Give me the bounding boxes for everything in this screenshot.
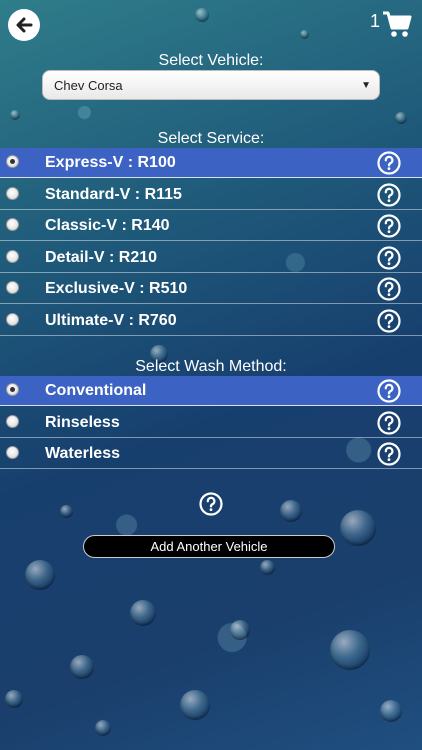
service-option-ultimate[interactable]: Ultimate-V : R760: [0, 306, 422, 336]
water-drop: [10, 110, 20, 120]
water-drop: [180, 690, 210, 720]
radio-button[interactable]: [6, 250, 19, 263]
cart-count: 1: [369, 11, 380, 31]
service-option-standard[interactable]: Standard-V : R115: [0, 180, 422, 210]
wash-option-waterless[interactable]: Waterless: [0, 439, 422, 469]
water-drop: [330, 630, 370, 670]
wash-option-label: Conventional: [45, 381, 147, 399]
wash-option-label: Waterless: [45, 444, 120, 462]
water-drop: [395, 112, 407, 124]
wash-option-label: Rinseless: [45, 413, 120, 431]
water-drop: [260, 560, 275, 575]
water-drop: [25, 560, 55, 590]
vehicle-select[interactable]: Chev Corsa ▼: [42, 70, 380, 100]
radio-button[interactable]: [6, 383, 19, 396]
water-drop: [230, 620, 250, 640]
radio-button[interactable]: [6, 187, 19, 200]
cart-icon: [383, 11, 412, 37]
dropdown-arrow-icon: ▼: [361, 80, 371, 91]
help-icon[interactable]: [377, 277, 401, 301]
help-icon[interactable]: [377, 411, 401, 435]
water-drop: [380, 700, 402, 722]
wash-option-conventional[interactable]: Conventional: [0, 376, 422, 406]
water-drop: [95, 720, 111, 736]
radio-button[interactable]: [6, 415, 19, 428]
water-drop: [5, 690, 23, 708]
water-drop: [130, 600, 156, 626]
select-service-label: Select Service:: [157, 130, 265, 147]
service-option-label: Exclusive-V : R510: [45, 279, 188, 297]
radio-button[interactable]: [6, 281, 19, 294]
radio-button[interactable]: [6, 218, 19, 231]
radio-button[interactable]: [6, 313, 19, 326]
cart-button[interactable]: 1: [370, 10, 412, 38]
service-option-label: Detail-V : R210: [45, 248, 158, 266]
add-another-vehicle-button[interactable]: Add Another Vehicle: [83, 535, 335, 558]
service-option-label: Ultimate-V : R760: [45, 311, 177, 329]
service-option-classic[interactable]: Classic-V : R140: [0, 211, 422, 241]
select-wash-method-label: Select Wash Method:: [135, 358, 287, 375]
service-option-detail[interactable]: Detail-V : R210: [0, 243, 422, 273]
help-icon[interactable]: [377, 246, 401, 270]
service-option-express[interactable]: Express-V : R100: [0, 148, 422, 178]
help-icon[interactable]: [377, 183, 401, 207]
water-drop: [300, 30, 309, 39]
help-icon[interactable]: [377, 151, 401, 175]
water-drop: [340, 510, 376, 546]
radio-button[interactable]: [6, 446, 19, 459]
water-drop: [60, 505, 73, 518]
wash-option-rinseless[interactable]: Rinseless: [0, 408, 422, 438]
back-arrow-icon: [16, 17, 33, 33]
radio-button[interactable]: [6, 155, 19, 168]
select-vehicle-label: Select Vehicle:: [158, 52, 264, 69]
help-icon[interactable]: [377, 214, 401, 238]
service-option-label: Express-V : R100: [45, 153, 176, 171]
water-drop: [195, 8, 209, 22]
service-option-label: Classic-V : R140: [45, 216, 170, 234]
service-option-label: Standard-V : R115: [45, 185, 182, 203]
back-button[interactable]: [8, 9, 40, 41]
help-icon[interactable]: [377, 442, 401, 466]
service-option-exclusive[interactable]: Exclusive-V : R510: [0, 274, 422, 304]
help-icon[interactable]: [377, 379, 401, 403]
vehicle-select-value: Chev Corsa: [54, 77, 123, 93]
water-drop: [70, 655, 94, 679]
water-drop: [280, 500, 302, 522]
help-icon[interactable]: [199, 492, 223, 516]
help-icon[interactable]: [377, 309, 401, 333]
